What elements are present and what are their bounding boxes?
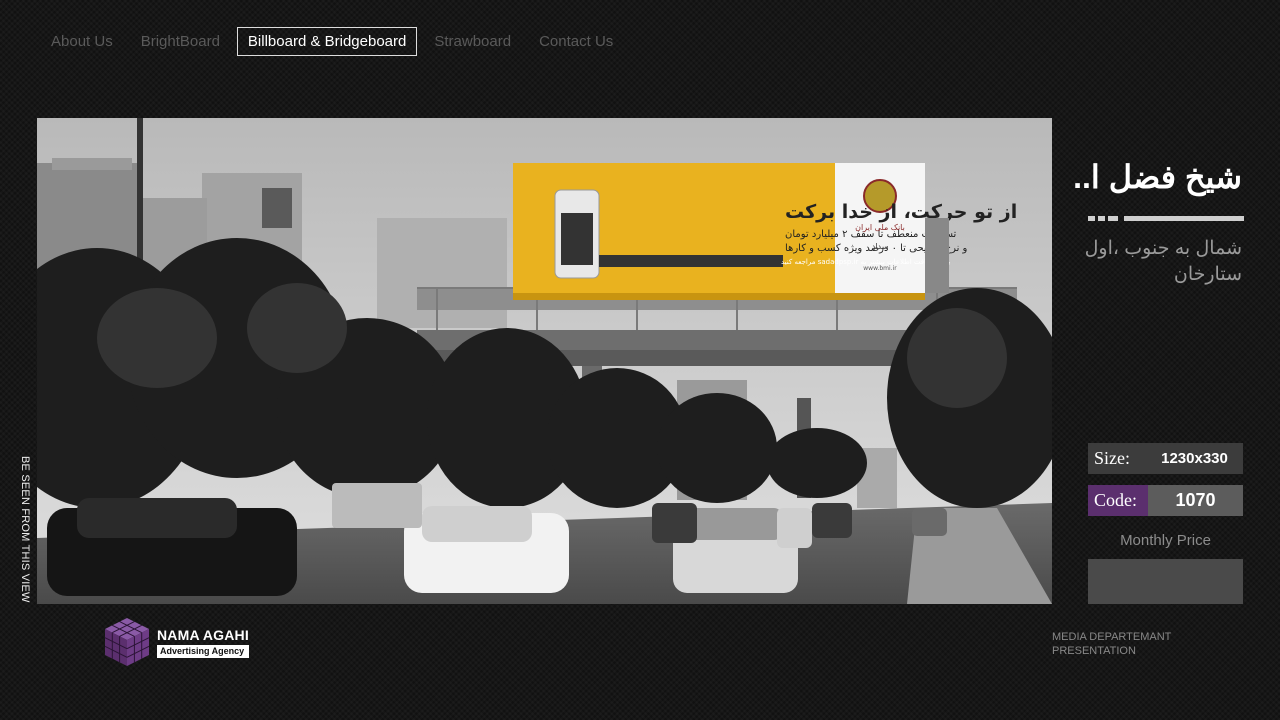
billboard-brand: بانک ملی ایران bbox=[855, 223, 905, 232]
nav-contact-us[interactable]: Contact Us bbox=[528, 27, 624, 56]
footer-caption: MEDIA DEPARTEMANT PRESENTATION bbox=[1052, 630, 1252, 658]
view-caption: BE SEEN FROM THIS VIEW bbox=[19, 456, 31, 603]
monthly-price-value bbox=[1088, 559, 1243, 604]
size-value: 1230x330 bbox=[1161, 450, 1228, 467]
footer-line1: MEDIA DEPARTEMANT bbox=[1052, 631, 1172, 643]
nav-billboard-bridgeboard[interactable]: Billboard & Bridgeboard bbox=[236, 27, 418, 56]
billboard-headline: از تو حرکت، از خدا برکت bbox=[785, 201, 1017, 223]
location-title: شیخ فضل ا.. bbox=[1073, 159, 1242, 195]
size-row: Size: 1230x330 bbox=[1088, 443, 1243, 474]
code-label: Code: bbox=[1088, 485, 1148, 516]
top-nav: About Us BrightBoard Billboard & Bridgeb… bbox=[40, 27, 630, 56]
logo-tagline: Advertising Agency bbox=[157, 644, 249, 658]
logo-name: NAMA AGAHI bbox=[157, 626, 249, 643]
billboard-brand2: سداد bbox=[872, 242, 889, 251]
location-subtitle: شمال به جنوب ،اول ستارخان bbox=[1084, 238, 1242, 285]
size-label: Size: bbox=[1088, 443, 1146, 474]
code-row: Code: 1070 bbox=[1088, 485, 1243, 516]
monthly-price-label: Monthly Price bbox=[1120, 532, 1211, 549]
code-value: 1070 bbox=[1148, 485, 1243, 516]
nav-brightboard[interactable]: BrightBoard bbox=[130, 27, 231, 56]
nav-strawboard[interactable]: Strawboard bbox=[423, 27, 522, 56]
billboard-location-photo: از تو حرکت، از خدا برکت تسهیلات منعطف تا… bbox=[37, 118, 1052, 604]
footer-line2: PRESENTATION bbox=[1052, 645, 1136, 657]
title-underline bbox=[1088, 216, 1244, 221]
nav-about-us[interactable]: About Us bbox=[40, 27, 124, 56]
cube-logo-icon bbox=[104, 618, 150, 666]
company-logo[interactable]: NAMA AGAHI Advertising Agency bbox=[103, 616, 249, 668]
billboard-url: www.bmi.ir bbox=[863, 265, 897, 272]
